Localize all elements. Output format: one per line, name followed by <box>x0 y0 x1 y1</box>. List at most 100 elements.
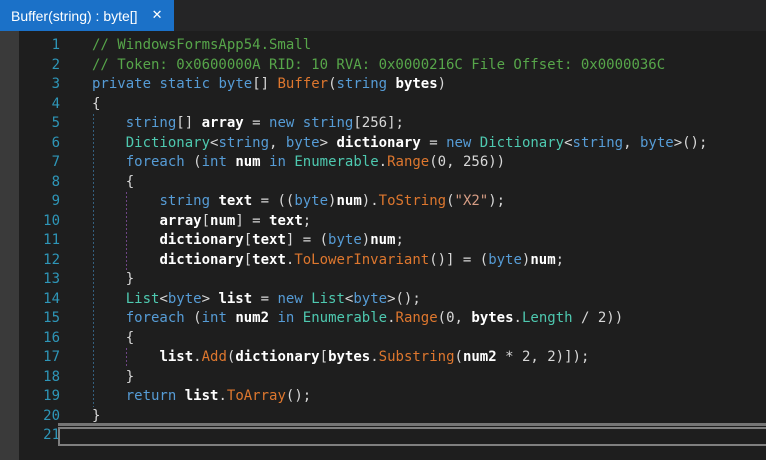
token-loc: list <box>218 290 253 307</box>
line-content: return list.ToArray(); <box>60 387 311 407</box>
code-line[interactable]: 15 foreach (int num2 in Enumerable.Range… <box>19 309 766 329</box>
token-plain: ; <box>395 232 404 248</box>
glyph-margin <box>0 31 19 460</box>
token-plain: [ <box>319 349 329 365</box>
token-plain: * 2, 2)]); <box>496 349 590 365</box>
line-number: 4 <box>51 95 60 112</box>
token-plain: ); <box>488 193 506 209</box>
code-line[interactable]: 11 dictionary[text] = (byte)num; <box>19 231 766 251</box>
line-content: Dictionary<string, byte> dictionary = ne… <box>60 134 708 154</box>
token-loc: list <box>184 388 219 404</box>
code-line[interactable]: 14 List<byte> list = new List<byte>(); <box>19 290 766 310</box>
line-content: dictionary[text.ToLowerInvariant()] = (b… <box>60 251 564 271</box>
code-line[interactable]: 2 // Token: 0x0600000A RID: 10 RVA: 0x000… <box>19 56 766 76</box>
token-ty: Dictionary <box>125 134 211 151</box>
line-content: foreach (int num2 in Enumerable.Range(0,… <box>60 309 623 329</box>
token-kw: byte <box>218 76 253 92</box>
code-pane[interactable]: 1 // WindowsFormsApp54.Small 2 // Token: 0x… <box>19 31 766 460</box>
code-line[interactable]: 13 } <box>19 270 766 290</box>
token-plain: > <box>201 290 219 307</box>
token-loc: num <box>235 154 261 170</box>
token-kw: byte <box>488 251 522 268</box>
token-kw: byte <box>353 290 388 307</box>
token-ty: Enumerable <box>302 310 388 326</box>
token-kw: string <box>218 134 270 151</box>
token-plain: , <box>623 134 640 151</box>
token-plain: (0, <box>437 310 472 326</box>
token-m: Add <box>201 349 227 365</box>
token-plain: ( <box>446 193 455 209</box>
code-line[interactable]: 1 // WindowsFormsApp54.Small <box>19 36 766 56</box>
token-plain: > <box>319 134 337 151</box>
token-plain: } <box>125 368 135 385</box>
code-line[interactable]: 10 array[num] = text; <box>19 212 766 232</box>
token-plain: = <box>252 290 278 307</box>
token-plain: } <box>92 407 101 424</box>
token-kw: string <box>302 115 354 131</box>
token-kw: int <box>201 310 227 326</box>
token-plain: ). <box>361 193 379 209</box>
line-content: array[num] = text; <box>60 212 311 232</box>
code-line[interactable]: 19 return list.ToArray(); <box>19 387 766 407</box>
token-plain: < <box>159 290 168 307</box>
code-line[interactable]: 18 } <box>19 368 766 388</box>
code-line[interactable]: 8 { <box>19 173 766 193</box>
line-content: private static byte[] Buffer(string byte… <box>60 75 446 95</box>
token-loc: bytes <box>471 310 514 326</box>
line-number: 19 <box>43 388 60 404</box>
token-plain: ) <box>437 76 447 92</box>
token-plain: ( <box>454 349 463 365</box>
code-line[interactable]: 12 dictionary[text.ToLowerInvariant()] =… <box>19 251 766 271</box>
line-number: 17 <box>43 349 60 365</box>
token-plain: = (( <box>252 193 295 209</box>
token-plain: [] <box>176 115 202 131</box>
token-loc: dictionary <box>159 232 244 248</box>
token-plain: (0, 256)) <box>429 154 506 170</box>
token-plain: , <box>269 134 286 151</box>
token-loc: dictionary <box>336 134 421 151</box>
token-loc: array <box>201 115 244 131</box>
line-content: // WindowsFormsApp54.Small <box>60 36 311 56</box>
token-plain: ()] = ( <box>429 251 489 268</box>
code-line[interactable]: 7 foreach (int num in Enumerable.Range(0… <box>19 153 766 173</box>
token-m: ToArray <box>226 388 286 404</box>
token-plain: ] = ( <box>285 232 329 248</box>
code-line[interactable]: 5 string[] array = new string[256]; <box>19 114 766 134</box>
token-ty: List <box>125 290 160 307</box>
token-kw: new <box>269 115 295 131</box>
token-m: Range <box>387 154 430 170</box>
token-kw: in <box>269 154 286 170</box>
tab-buffer-method[interactable]: Buffer(string) : byte[] ✕ <box>0 0 175 31</box>
current-line-border <box>58 427 766 446</box>
code-editor[interactable]: 1 // WindowsFormsApp54.Small 2 // Token: 0x… <box>0 31 766 460</box>
token-ty: Enumerable <box>294 154 379 170</box>
line-content: { <box>60 173 134 193</box>
token-loc: list <box>159 349 194 365</box>
token-loc: text <box>252 251 286 268</box>
code-line[interactable]: 3 private static byte[] Buffer(string byt… <box>19 75 766 95</box>
code-line[interactable]: 4{ <box>19 95 766 115</box>
tab-title: Buffer(string) : byte[] <box>11 7 138 24</box>
line-content: // Token: 0x0600000A RID: 10 RVA: 0x0000… <box>60 56 665 76</box>
code-line[interactable]: 9 string text = ((byte)num).ToString("X2… <box>19 192 766 212</box>
code-line[interactable]: 16 { <box>19 329 766 349</box>
token-plain: ] = <box>235 212 270 229</box>
code-line[interactable]: 17 list.Add(dictionary[bytes.Substring(n… <box>19 348 766 368</box>
line-number: 8 <box>51 173 60 190</box>
line-content: string[] array = new string[256]; <box>60 114 404 134</box>
line-content: } <box>60 368 134 388</box>
code-line[interactable]: 6 Dictionary<string, byte> dictionary = … <box>19 134 766 154</box>
line-number: 12 <box>43 251 60 268</box>
line-content: } <box>60 270 134 290</box>
line-number: 6 <box>51 134 60 151</box>
token-plain: [256]; <box>353 115 404 131</box>
token-kw: return <box>125 388 177 404</box>
token-plain: . <box>387 310 396 326</box>
token-loc: num2 <box>235 310 270 326</box>
token-plain: [ <box>243 251 253 268</box>
token-plain: = <box>243 115 270 131</box>
token-plain: >(); <box>673 134 708 151</box>
token-kw: byte <box>294 193 329 209</box>
tab-close-icon[interactable]: ✕ <box>152 9 163 22</box>
